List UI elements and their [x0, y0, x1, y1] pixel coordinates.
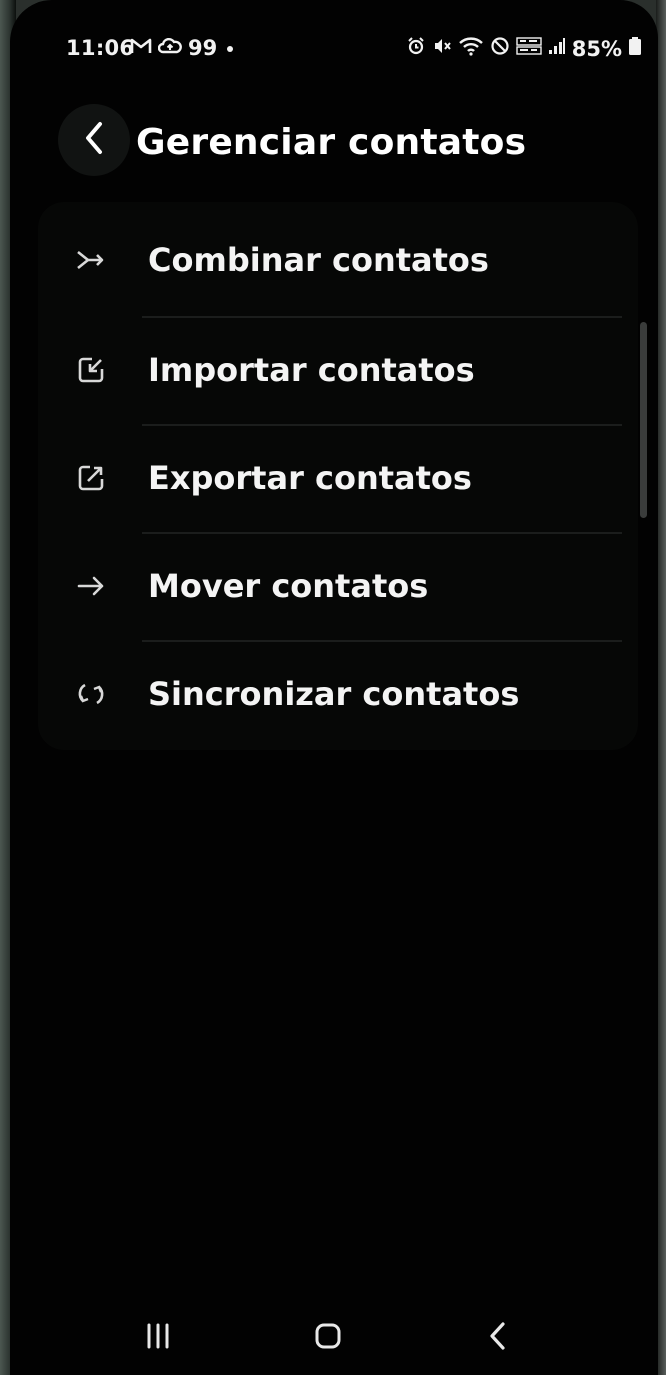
- battery-percent: 85%: [571, 36, 622, 61]
- scrollbar[interactable]: [640, 322, 647, 518]
- status-right-icons: 85%: [406, 36, 642, 61]
- gmail-icon: [130, 36, 152, 60]
- mute-icon: [432, 36, 452, 61]
- cloud-icon: [157, 36, 182, 60]
- dnd-icon: [490, 36, 510, 61]
- home-icon: [313, 1321, 343, 1355]
- status-time: 11:06: [66, 36, 135, 60]
- home-button[interactable]: [288, 1310, 368, 1366]
- menu-item-label: Exportar contatos: [148, 459, 472, 497]
- app-bar: Gerenciar contatos: [10, 100, 658, 196]
- menu-item-label: Sincronizar contatos: [148, 675, 520, 713]
- export-icon: [76, 463, 106, 493]
- phone-screen: 11:06 99 85% Gerenciar contatos Combinar…: [10, 0, 658, 1375]
- menu-item-mover-contatos[interactable]: Mover contatos: [38, 532, 638, 640]
- menu-item-exportar-contatos[interactable]: Exportar contatos: [38, 424, 638, 532]
- recents-icon: [143, 1322, 173, 1354]
- arrow-right-icon: [76, 571, 106, 601]
- notification-dot-icon: [223, 36, 237, 60]
- navigation-bar: [10, 1300, 658, 1375]
- chevron-left-icon: [80, 118, 108, 162]
- wifi-icon: [458, 36, 484, 61]
- menu-item-importar-contatos[interactable]: Importar contatos: [38, 316, 638, 424]
- status-bar: 11:06 99 85%: [10, 30, 658, 70]
- volte-icon: [516, 36, 542, 61]
- recents-button[interactable]: [118, 1310, 198, 1366]
- battery-icon: [628, 36, 642, 61]
- menu-item-label: Combinar contatos: [148, 241, 489, 279]
- menu-item-label: Importar contatos: [148, 351, 475, 389]
- sync-icon: [76, 679, 106, 709]
- status-left-icons: 99: [130, 36, 237, 60]
- signal-icon: [548, 36, 566, 61]
- menu-item-label: Mover contatos: [148, 567, 429, 605]
- back-icon: [485, 1319, 511, 1357]
- page-title: Gerenciar contatos: [136, 122, 527, 163]
- import-icon: [76, 355, 106, 385]
- nav-back-button[interactable]: [458, 1310, 538, 1366]
- alarm-icon: [406, 36, 426, 61]
- menu-item-sincronizar-contatos[interactable]: Sincronizar contatos: [38, 640, 638, 748]
- merge-icon: [76, 245, 106, 275]
- notification-count: 99: [188, 36, 218, 60]
- menu-item-combinar-contatos[interactable]: Combinar contatos: [38, 206, 638, 314]
- menu-list: Combinar contatos Importar contatos Expo…: [38, 202, 638, 750]
- back-button[interactable]: [58, 104, 130, 176]
